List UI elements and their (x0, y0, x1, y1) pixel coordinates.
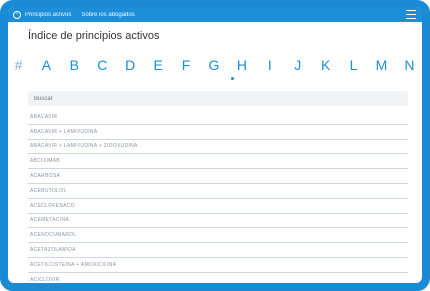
list-item[interactable]: Abacavir + lamivudina (28, 125, 408, 140)
alphabet-letter-d[interactable]: D (122, 57, 139, 73)
tab-sobre-abogados[interactable]: Sobre los abogados (81, 12, 134, 18)
alphabet-letter-c[interactable]: C (94, 57, 111, 73)
list-item[interactable]: Acenocumarol (28, 228, 408, 244)
alphabet-letter-k[interactable]: K (317, 57, 334, 73)
list-item[interactable]: Acetilcisteína + amoxicilina (28, 258, 408, 273)
page-title: Índice de principios activos (28, 30, 160, 42)
menu-icon[interactable] (406, 10, 416, 19)
alphabet-index: # A B C D E F G H I J K L M N (8, 55, 422, 75)
top-bar: ‹ Principios activos Sobre los abogados (8, 7, 422, 22)
selected-letter-indicator (231, 77, 234, 80)
tab-principios-activos[interactable]: Principios activos (25, 12, 71, 18)
alphabet-letter-j[interactable]: J (289, 57, 306, 73)
list-item[interactable]: Aciclovir (28, 273, 408, 283)
list-item[interactable]: Abacavir + lamivudina + zidovudina (28, 140, 408, 155)
list-item[interactable]: Abacavir (28, 110, 408, 125)
list-item[interactable]: Acemetacina (28, 214, 408, 229)
search-input[interactable] (28, 91, 408, 106)
alphabet-letter-hash[interactable]: # (10, 57, 27, 73)
alphabet-letter-b[interactable]: B (66, 57, 83, 73)
alphabet-letter-h[interactable]: H (233, 57, 250, 73)
back-circle-icon[interactable]: ‹ (13, 10, 21, 19)
list-item[interactable]: Acetazolamida (28, 243, 408, 258)
alphabet-letter-n[interactable]: N (401, 57, 418, 73)
alphabet-letter-f[interactable]: F (178, 57, 195, 73)
alphabet-letter-m[interactable]: M (373, 57, 390, 73)
list-item[interactable]: Acebutolol (28, 184, 408, 199)
list-item[interactable]: Aceclofenaco (28, 199, 408, 214)
alphabet-letter-i[interactable]: I (261, 57, 278, 73)
list-item[interactable]: Acarbosa (28, 169, 408, 184)
alphabet-letter-g[interactable]: G (205, 57, 222, 73)
app-screen: ‹ Principios activos Sobre los abogados … (8, 7, 422, 283)
alphabet-letter-a[interactable]: A (38, 57, 55, 73)
tablet-frame: ‹ Principios activos Sobre los abogados … (0, 0, 430, 291)
alphabet-letter-e[interactable]: E (150, 57, 167, 73)
alphabet-letter-l[interactable]: L (345, 57, 362, 73)
list-item[interactable]: Abciximab (28, 154, 408, 170)
active-ingredient-list: Abacavir Abacavir + lamivudina Abacavir … (28, 110, 408, 283)
